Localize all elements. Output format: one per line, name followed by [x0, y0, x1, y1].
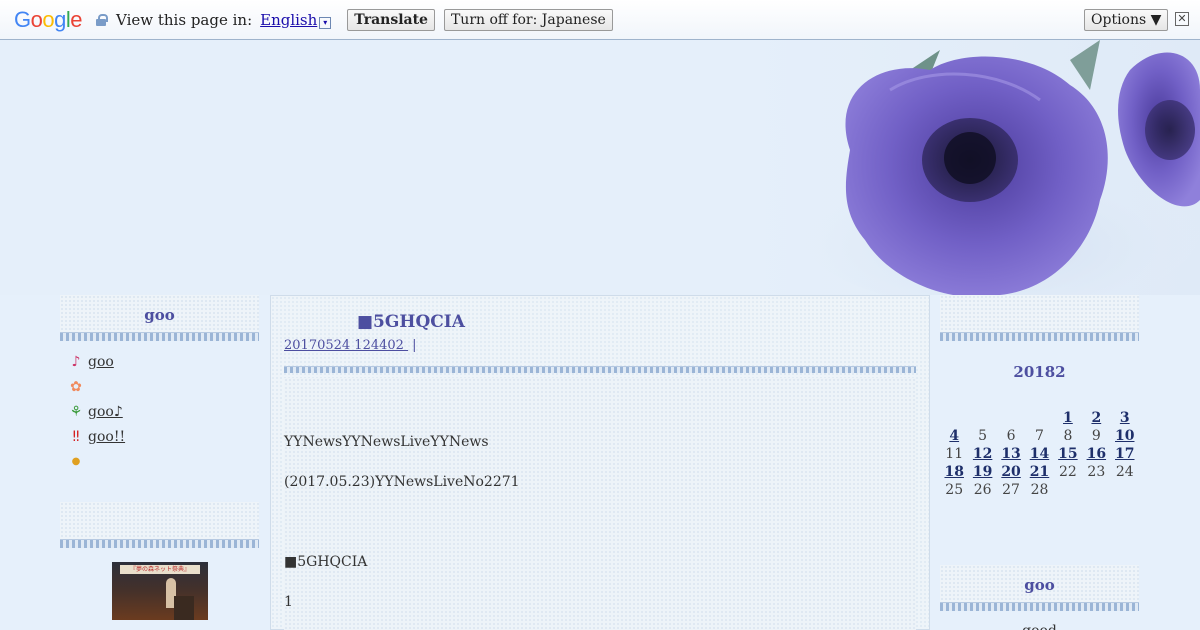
options-button[interactable]: Options ▼	[1084, 9, 1169, 31]
menu-link[interactable]: goo	[88, 354, 114, 370]
calendar-week: 4 5 6 7 8 9 10	[940, 427, 1139, 445]
anemone-flower-image	[800, 40, 1200, 295]
chevron-down-icon[interactable]: ▾	[319, 16, 332, 29]
sprout-icon: ⚘	[69, 403, 83, 420]
calendar-week: 18 19 20 21 22 23 24	[940, 463, 1139, 481]
calendar-day[interactable]: 14	[1025, 445, 1053, 463]
calendar-day[interactable]: 15	[1054, 445, 1082, 463]
post-line: ■5GHQCIA	[284, 554, 368, 570]
post-date-link[interactable]: 20170524 124402	[284, 338, 408, 353]
calendar-day[interactable]: 13	[997, 445, 1025, 463]
calendar-day[interactable]: 18	[940, 463, 968, 481]
calendar-day	[940, 409, 968, 427]
calendar-day: 8	[1063, 428, 1073, 444]
calendar-day: 11	[945, 446, 964, 462]
calendar-day[interactable]: 12	[968, 445, 996, 463]
post-line: 1	[284, 594, 293, 610]
right-box-title-goo: goo	[940, 565, 1139, 611]
calendar-day[interactable]: 2	[1082, 409, 1110, 427]
menu-link[interactable]: goo!!	[88, 429, 125, 445]
language-select[interactable]: English ▾	[260, 10, 332, 29]
post-meta: 20170524 124402 |	[284, 338, 420, 353]
language-label: English	[260, 10, 318, 29]
post-line: YYNewsYYNewsLiveYYNews	[284, 434, 489, 450]
calendar-day	[1025, 409, 1053, 427]
turn-off-button[interactable]: Turn off for: Japanese	[443, 8, 613, 31]
good-text: good	[940, 623, 1139, 630]
calendar-day[interactable]: 20	[997, 463, 1025, 481]
post-line: (2017.05.23)YYNewsLiveNo2271	[284, 474, 520, 490]
calendar-day[interactable]: 1	[1054, 409, 1082, 427]
sidebar-menu: ♪ goo ✿ ⚘ goo♪ ‼ goo!! ●	[60, 341, 259, 474]
calendar-day	[997, 409, 1025, 427]
calendar-day: 9	[1091, 428, 1101, 444]
calendar-day	[1111, 481, 1139, 499]
calendar-week: 123	[940, 409, 1139, 427]
calendar-day[interactable]: 3	[1111, 409, 1139, 427]
double-exclamation-icon: ‼	[72, 428, 80, 445]
stage-banner: 『夢の森ネット祭典』	[120, 565, 200, 574]
right-box-title	[940, 295, 1139, 341]
acorn-icon: ●	[71, 456, 81, 467]
menu-link[interactable]: goo♪	[88, 404, 123, 420]
calendar-day: 5	[978, 428, 988, 444]
calendar-week: 25 26 27 28	[940, 481, 1139, 499]
post-body: YYNewsYYNewsLiveYYNews (2017.05.23)YYNew…	[284, 378, 916, 630]
calendar-day	[968, 409, 996, 427]
main-post: ■5GHQCIA 20170524 124402 | YYNewsYYNewsL…	[270, 295, 930, 630]
sidebar-box-title-2	[60, 502, 259, 548]
meta-separator: |	[412, 338, 417, 353]
calendar-day: 7	[1035, 428, 1044, 444]
google-logo: Google	[14, 6, 83, 32]
flower-icon: ✿	[70, 378, 82, 395]
calendar-day[interactable]: 10	[1111, 427, 1139, 445]
calendar-day: 23	[1087, 464, 1106, 480]
view-page-label: View this page in:	[116, 10, 253, 29]
calendar-day: 28	[1030, 482, 1049, 498]
lock-icon	[96, 13, 109, 26]
close-icon[interactable]: ✕	[1175, 12, 1189, 26]
calendar-day	[1054, 481, 1082, 499]
calendar-day: 6	[1006, 428, 1016, 444]
calendar-day: 25	[945, 482, 964, 498]
menu-item-goo[interactable]: ♪ goo	[68, 349, 259, 374]
post-divider	[284, 366, 916, 373]
blog-header	[0, 40, 1200, 295]
calendar-day: 24	[1115, 464, 1134, 480]
menu-item-goo-exclaim[interactable]: ‼ goo!!	[68, 424, 259, 449]
event-photo-thumbnail[interactable]: 『夢の森ネット祭典』	[112, 562, 208, 620]
calendar-day[interactable]: 16	[1082, 445, 1110, 463]
translate-bar: Google View this page in: English ▾ Trans…	[0, 0, 1200, 40]
sidebar-box-title: goo	[60, 295, 259, 341]
menu-item-goo-music[interactable]: ⚘ goo♪	[68, 399, 259, 424]
menu-item-acorn[interactable]: ●	[68, 449, 259, 474]
calendar-day[interactable]: 19	[968, 463, 996, 481]
calendar-day	[1082, 481, 1110, 499]
music-note-icon: ♪	[71, 353, 81, 370]
podium	[174, 596, 194, 620]
calendar-week: 11 12 13 14 15 16 17	[940, 445, 1139, 463]
translate-button[interactable]: Translate	[347, 8, 435, 31]
menu-item-flower[interactable]: ✿	[68, 374, 259, 399]
calendar-day: 26	[973, 482, 992, 498]
calendar-day[interactable]: 4	[940, 427, 968, 445]
post-title: ■5GHQCIA	[357, 312, 465, 332]
calendar-title: 20182	[1013, 363, 1066, 381]
right-sidebar: 20182 1 2 3 4 5 6 7 8 9 10 11 12 13 14 15 16 17 18 19 20 21 2…	[940, 295, 1139, 630]
calendar-day[interactable]: 21	[1025, 463, 1053, 481]
calendar-day[interactable]: 17	[1111, 445, 1139, 463]
calendar-day: 22	[1058, 464, 1077, 480]
calendar-day: 27	[1002, 482, 1020, 498]
calendar: 1 2 3 4 5 6 7 8 9 10 11 12 13 14 15 16 17 18 19 20 21 22 23 24 2…	[940, 409, 1139, 499]
left-sidebar: goo ♪ goo ✿ ⚘ goo♪ ‼ goo!! ● 『夢の森ネット祭典』	[60, 295, 259, 620]
